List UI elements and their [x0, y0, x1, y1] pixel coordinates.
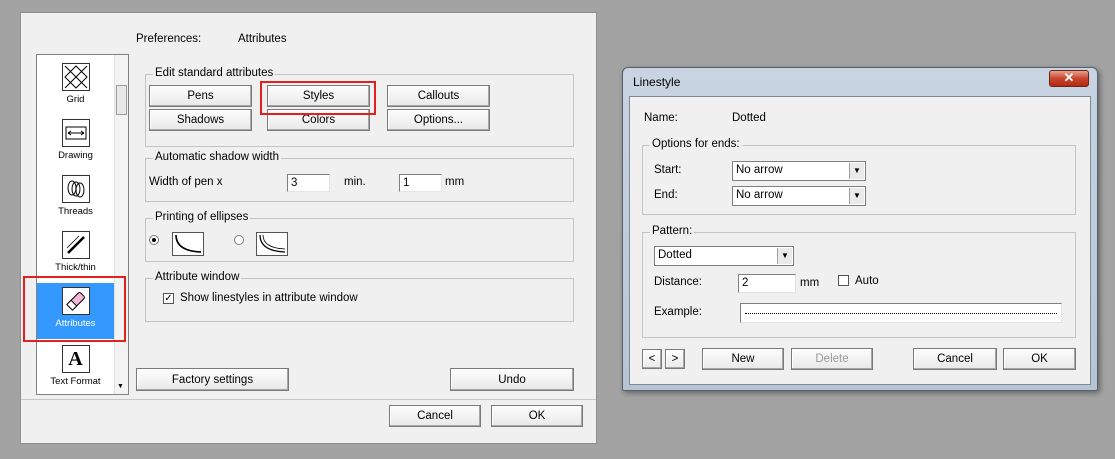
sidebar-item-threads[interactable]: Threads [37, 175, 114, 217]
group-title: Pattern: [650, 225, 695, 237]
drawing-icon [61, 119, 90, 147]
pen-width-multiplier-input[interactable]: 3 [287, 174, 330, 192]
sidebar-item-thick-thin[interactable]: Thick/thin [37, 231, 114, 273]
sidebar-item-label: Grid [66, 94, 85, 105]
thick-thin-icon [61, 231, 90, 259]
example-label: Example: [654, 306, 702, 318]
dialog-title: Linestyle [633, 75, 681, 89]
min-label: min. [344, 176, 366, 188]
distance-label: Distance: [654, 276, 702, 288]
sidebar-item-label: Threads [58, 206, 93, 217]
attributes-highlight [23, 276, 126, 342]
ellipse-option-1-radio[interactable] [149, 235, 159, 245]
auto-checkbox[interactable] [838, 275, 849, 286]
scrollbar-thumb[interactable] [116, 85, 127, 115]
start-label: Start: [654, 164, 682, 176]
start-arrow-select[interactable]: No arrow ▼ [732, 161, 866, 181]
chevron-down-icon[interactable]: ▼ [849, 188, 864, 204]
threads-icon [61, 175, 90, 203]
text-format-icon: A [61, 345, 90, 373]
options-button[interactable]: Options... [387, 109, 490, 131]
grid-icon [61, 63, 90, 91]
sidebar-item-grid[interactable]: Grid [37, 63, 114, 105]
start-arrow-value: No arrow [736, 164, 783, 176]
chevron-down-icon[interactable]: ▼ [849, 163, 864, 179]
preferences-header-label: Preferences: [136, 33, 202, 45]
group-title: Edit standard attributes [153, 67, 276, 79]
factory-settings-button[interactable]: Factory settings [136, 368, 289, 391]
next-button[interactable]: > [665, 349, 685, 369]
cancel-button[interactable]: Cancel [389, 405, 481, 427]
sidebar-item-label: Drawing [58, 150, 93, 161]
end-arrow-value: No arrow [736, 189, 783, 201]
ellipse-curve-2-icon [256, 232, 288, 256]
distance-input[interactable]: 2 [738, 274, 796, 293]
shadows-button[interactable]: Shadows [149, 109, 252, 131]
linestyle-dialog: Linestyle ✕ Name: Dotted Options for end… [622, 67, 1098, 391]
preferences-panel: Preferences: Attributes Grid Drawing Thr… [20, 12, 597, 444]
ok-button[interactable]: OK [1003, 348, 1076, 370]
width-of-pen-label: Width of pen x [149, 176, 223, 188]
chevron-down-icon[interactable]: ▼ [777, 248, 792, 264]
name-value: Dotted [732, 112, 766, 124]
pattern-value: Dotted [658, 249, 692, 261]
close-icon[interactable]: ✕ [1049, 70, 1089, 87]
end-label: End: [654, 189, 678, 201]
distance-unit-label: mm [800, 277, 820, 289]
ellipse-curve-1-icon [172, 232, 204, 256]
auto-label: Auto [855, 275, 879, 287]
sidebar-scrollbar[interactable]: ▼ [114, 55, 128, 394]
category-sidebar[interactable]: Grid Drawing Threads Thick/thin Attribut… [36, 54, 129, 395]
ellipse-option-2-radio[interactable] [234, 235, 244, 245]
example-preview [740, 303, 1062, 323]
sidebar-item-text-format[interactable]: A Text Format [37, 345, 114, 387]
cancel-button[interactable]: Cancel [913, 348, 997, 370]
callouts-button[interactable]: Callouts [387, 85, 490, 107]
group-title: Attribute window [153, 271, 242, 283]
sidebar-item-label: Text Format [50, 376, 101, 387]
ok-button[interactable]: OK [491, 405, 583, 427]
bottom-divider [21, 399, 596, 400]
previous-button[interactable]: < [642, 349, 662, 369]
pattern-select[interactable]: Dotted ▼ [654, 246, 794, 266]
preferences-header-page: Attributes [238, 33, 287, 45]
min-width-input[interactable]: 1 [399, 174, 442, 192]
group-title: Printing of ellipses [153, 211, 251, 223]
unit-label: mm [445, 176, 465, 188]
show-linestyles-checkbox[interactable]: ✓ [163, 293, 174, 304]
group-title: Automatic shadow width [153, 151, 282, 163]
pens-button[interactable]: Pens [149, 85, 252, 107]
show-linestyles-label: Show linestyles in attribute window [180, 292, 358, 304]
new-button[interactable]: New [702, 348, 784, 370]
sidebar-item-label: Thick/thin [55, 262, 96, 273]
undo-button[interactable]: Undo [450, 368, 574, 391]
name-label: Name: [644, 112, 678, 124]
end-arrow-select[interactable]: No arrow ▼ [732, 186, 866, 206]
sidebar-item-drawing[interactable]: Drawing [37, 119, 114, 161]
dialog-body: Name: Dotted Options for ends: Start: No… [629, 96, 1091, 385]
group-title: Options for ends: [650, 138, 742, 150]
delete-button[interactable]: Delete [791, 348, 873, 370]
scroll-down-icon[interactable]: ▼ [117, 383, 124, 390]
ellipse-printing-group: Printing of ellipses [145, 211, 574, 262]
styles-highlight [260, 81, 376, 115]
dotted-line-preview [745, 313, 1057, 314]
